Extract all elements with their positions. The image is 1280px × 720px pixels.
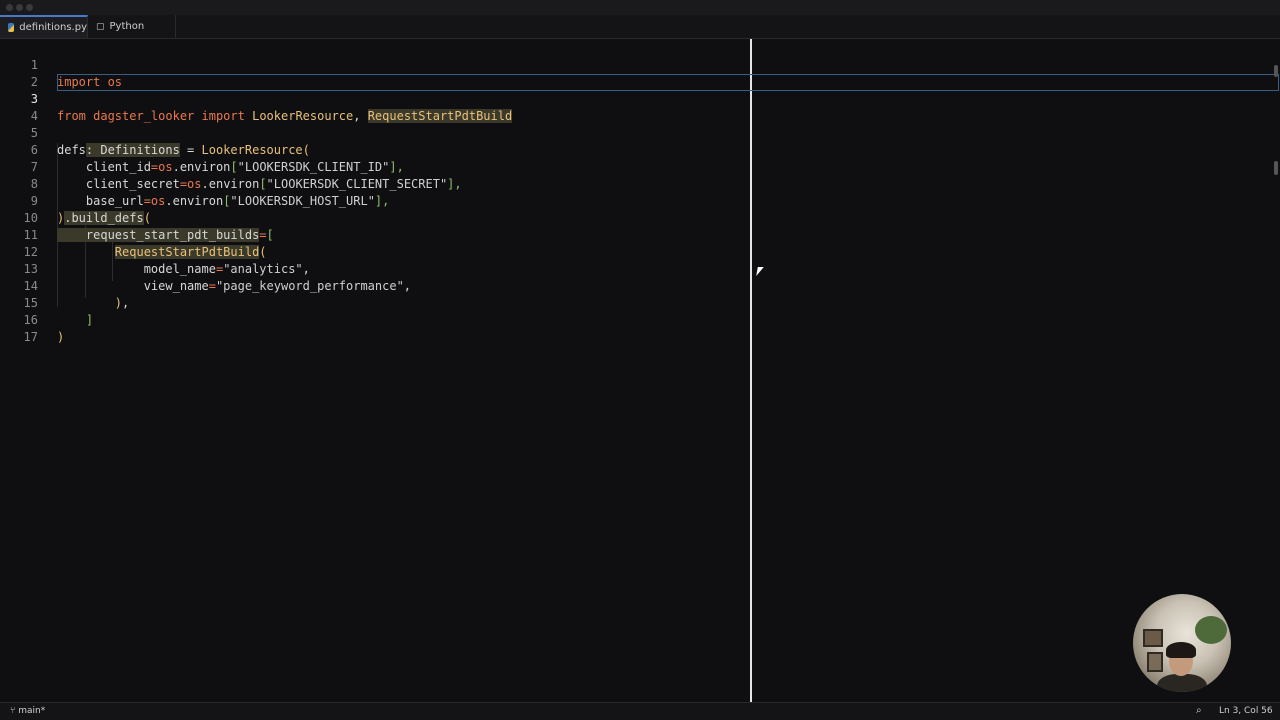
window-title-bar [0, 0, 1280, 15]
code-line: 17 [0, 312, 1280, 344]
code-line: 6 client_id=os.environ["LOOKERSDK_CLIENT… [0, 125, 1280, 174]
status-bar: ⑂ main* ⌕ Ln 3, Col 56 [0, 702, 1280, 720]
zoom-icon[interactable]: ⌕ [1196, 705, 1202, 716]
webcam-overlay [1133, 594, 1231, 692]
python-file-icon [8, 23, 15, 32]
line-number: 17 [23, 330, 38, 344]
code-line: 7 client_secret=os.environ["LOOKERSDK_CL… [0, 142, 1280, 191]
wall-frame [1147, 652, 1163, 672]
code-token: ) [57, 330, 65, 344]
file-icon: ▢ [96, 21, 105, 32]
tab-python[interactable]: ▢ Python [88, 15, 176, 38]
code-line: 16 ) [0, 295, 1280, 344]
tab-label: Python [109, 21, 145, 32]
wall-frame [1143, 629, 1163, 647]
code-line: 2 [0, 57, 1280, 89]
git-branch[interactable]: ⑂ main* [10, 706, 45, 716]
code-line: 11 RequestStartPdtBuild( [0, 210, 1280, 259]
tab-bar: definitions.py ▢ Python [0, 15, 1280, 39]
minimize-window-icon[interactable] [16, 4, 23, 11]
scrollbar-marker[interactable] [1274, 65, 1278, 77]
code-line: 14 ), [0, 261, 1280, 310]
code-line: 8 base_url=os.environ["LOOKERSDK_HOST_UR… [0, 159, 1280, 208]
code-line: 3 from dagster_looker import LookerResou… [0, 74, 1280, 123]
code-line: 9 ).build_defs( [0, 176, 1280, 225]
code-line: 10 request_start_pdt_builds=[ [0, 193, 1280, 242]
code-line: 4 [0, 91, 1280, 123]
code-editor[interactable]: 1 import os 2 3 from dagster_looker impo… [0, 39, 1280, 702]
maximize-window-icon[interactable] [26, 4, 33, 11]
code-line: 1 import os [0, 40, 1280, 89]
scrollbar-thumb[interactable] [1274, 161, 1278, 175]
branch-label: main* [18, 706, 46, 716]
presenter-hair [1166, 642, 1196, 658]
code-line: 5 defs: Definitions = LookerResource( [0, 108, 1280, 157]
code-line: 12 model_name="analytics", [0, 227, 1280, 276]
code-line: 13 view_name="page_keyword_performance", [0, 244, 1280, 293]
cursor-position[interactable]: Ln 3, Col 56 [1219, 706, 1273, 716]
close-window-icon[interactable] [6, 4, 13, 11]
presenter-body [1157, 674, 1207, 692]
tab-label: definitions.py [19, 22, 87, 33]
plant [1195, 616, 1227, 644]
tab-definitions-py[interactable]: definitions.py [0, 15, 88, 38]
code-line: 15 ] [0, 278, 1280, 327]
